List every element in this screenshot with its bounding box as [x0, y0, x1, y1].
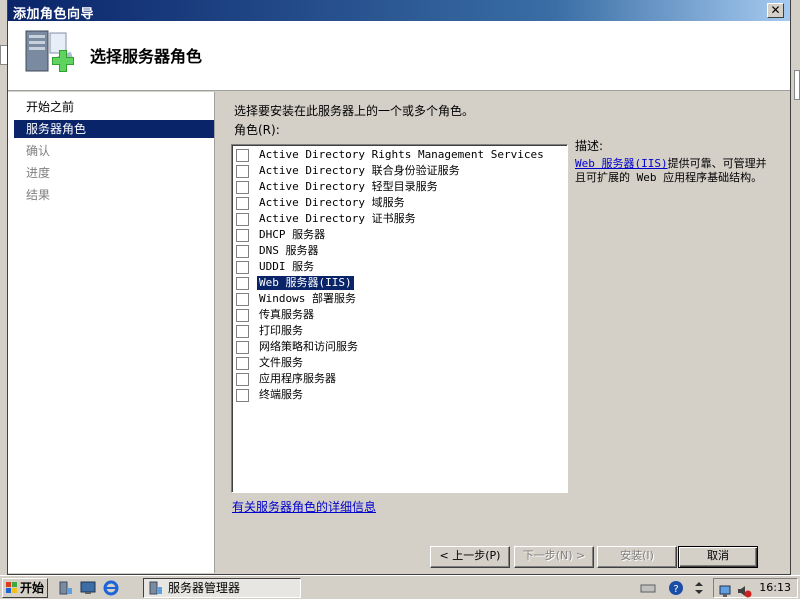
- step-confirmation: 确认: [26, 144, 51, 158]
- role-list-item[interactable]: 网络策略和访问服务: [236, 339, 360, 355]
- close-button[interactable]: ✕: [767, 3, 784, 18]
- role-checkbox[interactable]: [236, 196, 249, 210]
- role-list-item[interactable]: Windows 部署服务: [236, 291, 358, 307]
- role-list-item[interactable]: Web 服务器(IIS): [236, 275, 354, 291]
- role-label: Active Directory 联合身份验证服务: [259, 164, 460, 177]
- role-checkbox[interactable]: [236, 164, 249, 178]
- cancel-button[interactable]: 取消: [678, 546, 758, 568]
- role-checkbox[interactable]: [236, 180, 249, 194]
- role-list-item[interactable]: UDDI 服务: [236, 259, 316, 275]
- role-label: Active Directory 域服务: [259, 196, 405, 209]
- role-list-item[interactable]: Active Directory 轻型目录服务: [236, 179, 440, 195]
- internet-explorer-icon[interactable]: [103, 580, 119, 596]
- step-progress: 进度: [26, 166, 51, 180]
- role-list-item[interactable]: DHCP 服务器: [236, 227, 327, 243]
- taskbar-item-label: 服务器管理器: [168, 581, 241, 595]
- more-info-link[interactable]: 有关服务器角色的详细信息: [232, 498, 376, 515]
- role-checkbox[interactable]: [236, 292, 249, 306]
- role-label: Web 服务器(IIS): [257, 276, 354, 290]
- role-list-item[interactable]: Active Directory 域服务: [236, 195, 407, 211]
- role-label: Active Directory 证书服务: [259, 212, 416, 225]
- close-icon: ✕: [770, 3, 781, 17]
- role-label: Active Directory 轻型目录服务: [259, 180, 438, 193]
- taskbar-item-server-manager[interactable]: 服务器管理器: [143, 578, 301, 598]
- role-list-item[interactable]: 传真服务器: [236, 307, 316, 323]
- windows-flag-icon: [6, 582, 17, 593]
- role-checkbox[interactable]: [236, 148, 249, 162]
- role-list-item[interactable]: 应用程序服务器: [236, 371, 338, 387]
- system-tray: 16:13: [713, 578, 798, 598]
- role-label: 网络策略和访问服务: [259, 340, 358, 353]
- roles-checklist[interactable]: Active Directory Rights Management Servi…: [231, 144, 568, 493]
- role-list-item[interactable]: Active Directory 证书服务: [236, 211, 418, 227]
- role-checkbox[interactable]: [236, 212, 249, 226]
- role-label: 传真服务器: [259, 308, 314, 321]
- role-label: DHCP 服务器: [259, 228, 326, 241]
- role-label: 应用程序服务器: [259, 372, 336, 385]
- show-desktop-icon[interactable]: [80, 580, 96, 596]
- role-label: Windows 部署服务: [259, 292, 356, 305]
- svg-text:?: ?: [673, 584, 678, 595]
- add-roles-wizard-dialog: 添加角色向导 ✕ 选择服务器角色 开始之前 服务器角色 确认 进度 结果 选择要…: [7, 0, 791, 575]
- role-checkbox[interactable]: [236, 340, 249, 354]
- server-add-icon: [25, 30, 74, 72]
- install-button: 安装(I): [597, 546, 677, 568]
- role-list-item[interactable]: 终端服务: [236, 387, 305, 403]
- step-server-roles[interactable]: 服务器角色: [14, 120, 214, 138]
- taskbar: 开始 服务器管理器 ? 16:13: [0, 575, 800, 599]
- role-list-item[interactable]: Active Directory Rights Management Servi…: [236, 147, 546, 163]
- role-checkbox[interactable]: [236, 228, 249, 242]
- window-title: 添加角色向导: [13, 7, 95, 22]
- role-list-item[interactable]: 文件服务: [236, 355, 305, 371]
- role-label: 文件服务: [259, 356, 303, 369]
- step-results: 结果: [26, 188, 51, 202]
- role-checkbox[interactable]: [236, 244, 249, 258]
- background-window-scrollbar: [794, 70, 800, 100]
- role-checkbox[interactable]: [236, 372, 249, 386]
- role-label: DNS 服务器: [259, 244, 319, 257]
- role-list-item[interactable]: Active Directory 联合身份验证服务: [236, 163, 462, 179]
- server-manager-icon: [149, 581, 162, 595]
- description-link[interactable]: Web 服务器(IIS): [575, 157, 668, 170]
- role-checkbox[interactable]: [236, 324, 249, 338]
- server-manager-quicklaunch-icon[interactable]: [58, 580, 74, 596]
- volume-muted-icon[interactable]: [736, 583, 752, 599]
- network-icon[interactable]: [718, 583, 734, 599]
- start-button[interactable]: 开始: [2, 578, 48, 598]
- role-label: UDDI 服务: [259, 260, 315, 273]
- window-arrange-icon[interactable]: [691, 580, 707, 596]
- role-label: 终端服务: [259, 388, 303, 401]
- keyboard-icon[interactable]: [640, 580, 656, 596]
- description-panel: 描述: Web 服务器(IIS)提供可靠、可管理并且可扩展的 Web 应用程序基…: [575, 139, 775, 185]
- start-label: 开始: [20, 581, 45, 595]
- roles-label: 角色(R):: [234, 123, 280, 137]
- next-button: 下一步(N) >: [514, 546, 594, 568]
- role-checkbox[interactable]: [236, 356, 249, 370]
- back-button[interactable]: < 上一步(P): [430, 546, 510, 568]
- role-list-item[interactable]: 打印服务: [236, 323, 305, 339]
- role-checkbox[interactable]: [236, 260, 249, 274]
- step-before-you-begin[interactable]: 开始之前: [14, 98, 214, 116]
- page-title: 选择服务器角色: [90, 47, 203, 66]
- description-label: 描述:: [575, 139, 604, 153]
- role-label: Active Directory Rights Management Servi…: [259, 148, 544, 161]
- wizard-steps-sidebar: 开始之前 服务器角色 确认 进度 结果: [8, 92, 215, 573]
- role-checkbox[interactable]: [236, 308, 249, 322]
- titlebar: 添加角色向导 ✕: [8, 0, 790, 22]
- help-icon[interactable]: ?: [668, 580, 684, 596]
- instruction-text: 选择要安装在此服务器上的一个或多个角色。: [234, 104, 475, 118]
- role-checkbox[interactable]: [236, 388, 249, 402]
- role-list-item[interactable]: DNS 服务器: [236, 243, 321, 259]
- clock[interactable]: 16:13: [759, 581, 791, 594]
- role-label: 打印服务: [259, 324, 303, 337]
- wizard-header: 选择服务器角色: [8, 21, 790, 91]
- role-checkbox[interactable]: [236, 276, 249, 290]
